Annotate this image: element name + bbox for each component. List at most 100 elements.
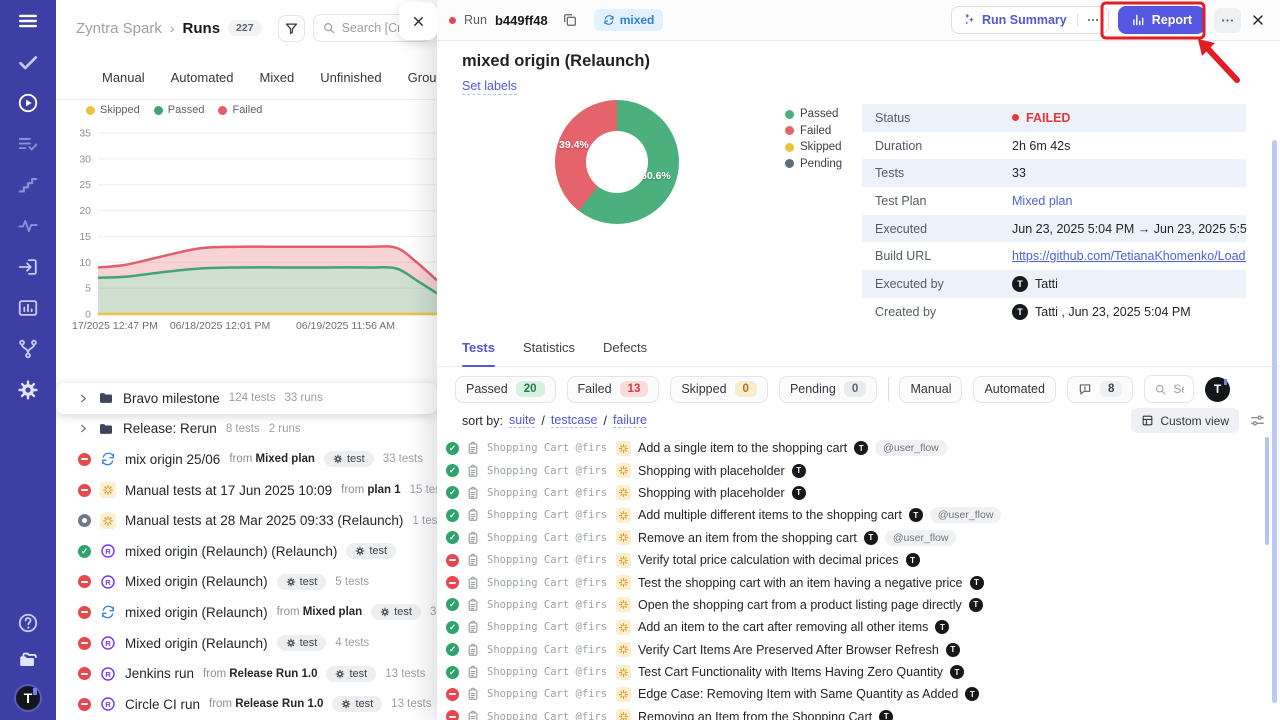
run-row[interactable]: R Circle CI run from Release Run 1.0 tes… [56,689,437,720]
test-row[interactable]: Shopping Cart @firs... Shopping with pla… [437,482,1280,504]
runs-tab-mixed[interactable]: Mixed [260,70,295,85]
run-type-badge: mixed [594,9,664,31]
test-row[interactable]: Shopping Cart @firs... Remove an item fr… [437,527,1280,549]
filter-count-badge: 13 [620,381,649,397]
relaunch-icon: R [100,543,116,559]
tests-search-box[interactable] [1144,375,1194,403]
tab-statistics[interactable]: Statistics [523,340,575,366]
run-tests-count: 13 tests [385,668,425,680]
run-row[interactable]: R Mixed origin (Relaunch) test 5 tests [56,567,437,598]
breadcrumb-section[interactable]: Runs [183,20,221,37]
gear-icon [355,546,365,556]
runs-tab-unfinished[interactable]: Unfinished [320,70,381,85]
run-row[interactable]: R Jenkins run from Release Run 1.0 test … [56,658,437,689]
runs-panel-header: Zyntra Spark › Runs 227 [56,0,437,56]
sidebar-item-check[interactable] [15,49,41,75]
test-row[interactable]: Shopping Cart @firs... Open the shopping… [437,594,1280,616]
sidebar-item-steps[interactable] [15,172,41,198]
relaunch-icon: R [100,696,116,712]
filter-automated-button[interactable]: Automated [973,376,1055,403]
detail-label: Created by [875,305,1012,319]
test-filters-row: Passed20 Failed13 Skipped0 Pending0 Manual Au… [455,375,1230,403]
more-actions-button[interactable] [1214,8,1241,33]
run-row[interactable]: Manual tests at 17 Jun 2025 10:09 from p… [56,475,437,506]
bar-chart-icon [1131,13,1145,27]
drawer-scrollbar[interactable] [1272,140,1277,703]
detail-label: Status [875,111,1012,125]
filter-funnel-button[interactable] [278,15,305,42]
run-row[interactable]: mix origin 25/06 from Mixed plan test 33… [56,444,437,475]
filter-passed-button[interactable]: Passed20 [455,376,556,403]
sort-by-testcase-link[interactable]: testcase [551,413,598,428]
filter-skipped-button[interactable]: Skipped0 [670,376,768,403]
report-button[interactable]: Report [1118,6,1205,34]
set-labels-link[interactable]: Set labels [462,79,517,95]
run-group-row[interactable]: Release: Rerun 8 tests2 runs [56,414,437,445]
test-row[interactable]: Shopping Cart @firs... Add a single item… [437,437,1280,459]
run-summary-more-button[interactable] [1077,13,1108,27]
test-suite: Shopping Cart @firs... [487,621,609,633]
copy-icon[interactable] [562,12,578,28]
runs-tab-automated[interactable]: Automated [171,70,234,85]
test-row[interactable]: Shopping Cart @firs... Verify Cart Items… [437,639,1280,661]
tests-scrollbar[interactable] [1265,437,1269,545]
sidebar-item-activity[interactable] [15,213,41,239]
sliders-icon[interactable] [1249,412,1266,429]
sidebar-item-list-check[interactable] [15,131,41,157]
filter-manual-button[interactable]: Manual [899,376,962,403]
custom-view-button[interactable]: Custom view [1131,408,1239,433]
cycle-icon [603,14,615,26]
user-avatar[interactable]: T [14,684,42,712]
detail-row: Tests33 [862,159,1246,187]
sidebar-item-gear[interactable] [15,377,41,403]
runs-tab-manual[interactable]: Manual [102,70,145,85]
tab-tests[interactable]: Tests [462,340,495,366]
run-summary-button[interactable]: Run Summary [951,6,1109,34]
sidebar-item-help-circle[interactable] [15,610,41,636]
testcase-icon [466,710,480,720]
filter-failed-button[interactable]: Failed13 [567,376,660,403]
sidebar-item-play-circle[interactable] [15,90,41,116]
run-row[interactable]: mixed origin (Relaunch) from Mixed plan … [56,597,437,628]
legend-dot [785,110,794,119]
test-row[interactable]: Shopping Cart @firs... Test Cart Functio… [437,661,1280,683]
test-row[interactable]: Shopping Cart @firs... Test the shopping… [437,571,1280,593]
run-row[interactable]: R mixed origin (Relaunch) (Relaunch) tes… [56,536,437,567]
chevron-right-icon[interactable] [78,423,89,434]
test-row[interactable]: Shopping Cart @firs... Shopping with pla… [437,459,1280,481]
testcase-icon [466,643,480,657]
test-suite: Shopping Cart @firs... [487,509,609,521]
test-row[interactable]: Shopping Cart @firs... Add an item to th… [437,616,1280,638]
avatar: T [1012,304,1028,320]
filter-pending-button[interactable]: Pending0 [779,376,877,403]
drawer-close-button[interactable] [1250,12,1266,28]
test-row[interactable]: Shopping Cart @firs... Removing an Item … [437,706,1280,720]
sidebar-item-report-box[interactable] [15,295,41,321]
comments-filter-button[interactable]: 8 [1067,376,1133,403]
sidebar-item-branch[interactable] [15,336,41,362]
sidebar-item-sign-in[interactable] [15,254,41,280]
sidebar-item-folders[interactable] [15,647,41,673]
test-row[interactable]: Shopping Cart @firs... Verify total pric… [437,549,1280,571]
build-url-link[interactable]: https://github.com/TetianaKhomenko/Load-… [1012,249,1246,263]
burst-icon [100,482,116,498]
legend-dot [86,106,95,115]
avatar: T [792,464,806,478]
drawer-close-tab-button[interactable] [399,2,437,40]
chevron-right-icon[interactable] [78,393,89,404]
test-plan-link[interactable]: Mixed plan [1012,194,1072,208]
assignee-avatar[interactable]: T [1205,377,1230,402]
sort-by-failure-link[interactable]: failure [613,413,647,428]
test-badge: test [277,574,327,590]
run-group-row[interactable]: Bravo milestone 124 tests33 runs [56,383,437,414]
tests-search-input[interactable] [1173,382,1184,396]
sidebar-item-menu[interactable] [15,8,41,34]
test-row[interactable]: Shopping Cart @firs... Edge Case: Removi… [437,683,1280,705]
test-row[interactable]: Shopping Cart @firs... Add multiple diff… [437,504,1280,526]
breadcrumb-project[interactable]: Zyntra Spark [76,20,162,37]
run-row[interactable]: R Mixed origin (Relaunch) test 4 tests [56,628,437,659]
sort-by-suite-link[interactable]: suite [509,413,535,428]
avatar: T [909,508,923,522]
run-row[interactable]: Manual tests at 28 Mar 2025 09:33 (Relau… [56,505,437,536]
tab-defects[interactable]: Defects [603,340,647,366]
